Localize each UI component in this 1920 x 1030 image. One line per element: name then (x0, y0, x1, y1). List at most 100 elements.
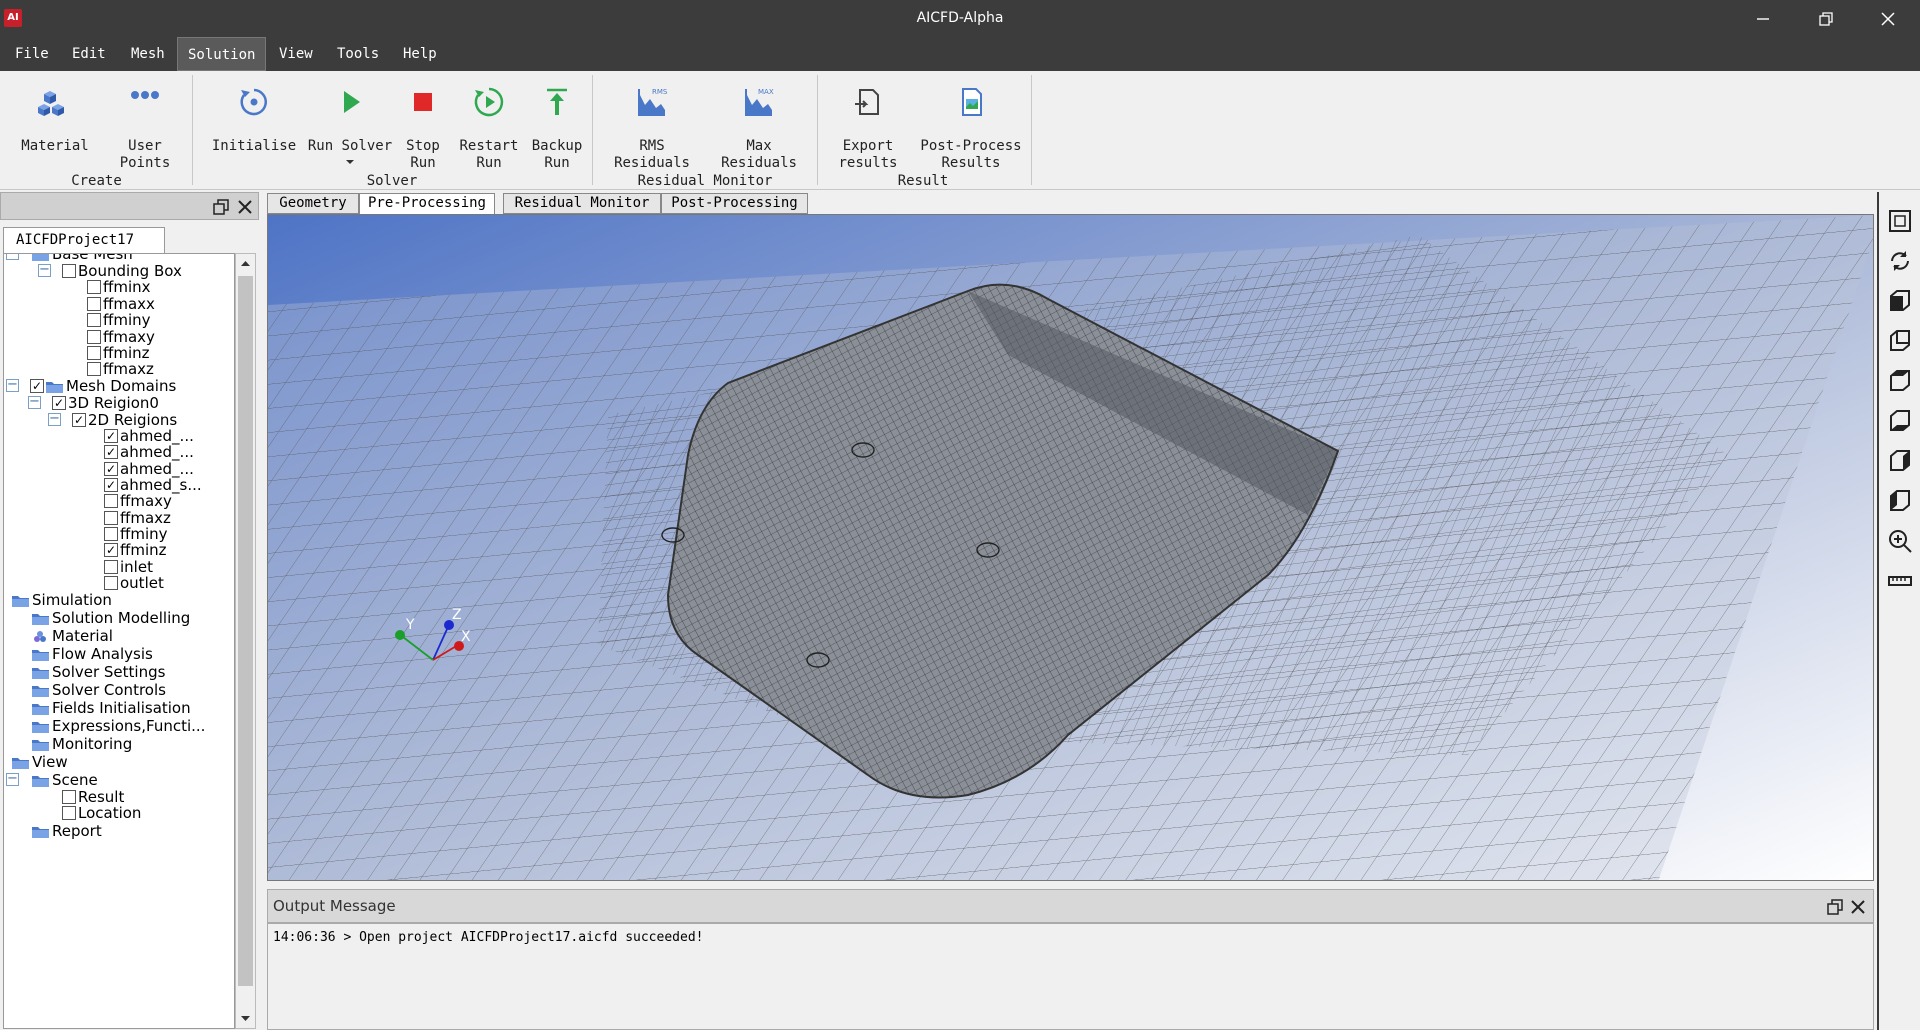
initialise-button[interactable]: Initialise (206, 77, 302, 187)
tree-item[interactable]: Fields Initialisation (4, 698, 234, 718)
zoom-in-icon[interactable] (1887, 528, 1913, 554)
menu-file[interactable]: File (5, 37, 59, 71)
view-left-icon[interactable] (1887, 448, 1913, 474)
folder-icon (32, 686, 49, 697)
menu-mesh[interactable]: Mesh (121, 37, 175, 71)
collapse-icon[interactable]: − (6, 772, 19, 786)
checkbox-checked[interactable]: ✓ (52, 396, 66, 410)
checkbox-checked[interactable]: ✓ (104, 478, 118, 492)
checkbox[interactable] (62, 806, 76, 820)
menu-tools[interactable]: Tools (327, 37, 389, 71)
menu-edit[interactable]: Edit (62, 37, 116, 71)
fit-view-icon[interactable] (1887, 208, 1913, 234)
close-panel-icon[interactable] (237, 199, 253, 215)
tree-item[interactable]: −Simulation (4, 590, 234, 610)
collapse-icon[interactable]: − (38, 263, 51, 277)
checkbox-checked[interactable]: ✓ (104, 543, 118, 557)
menu-view[interactable]: View (269, 37, 323, 71)
tree-item-label: Simulation (32, 591, 112, 609)
folder-icon (32, 668, 49, 679)
checkbox[interactable] (87, 280, 101, 294)
checkbox[interactable] (87, 313, 101, 327)
view-top-icon[interactable] (1887, 368, 1913, 394)
tab-geometry[interactable]: Geometry (267, 193, 359, 214)
run-solver-button[interactable]: Run Solver (305, 77, 395, 187)
tree-item-label: Expressions,Functi... (52, 717, 206, 735)
checkbox[interactable] (87, 346, 101, 360)
checkbox[interactable] (62, 790, 76, 804)
3d-viewport[interactable]: Z X Y (267, 214, 1874, 881)
checkbox[interactable] (62, 264, 76, 278)
tree-item[interactable]: Expressions,Functi... (4, 716, 234, 736)
upload-arrow-icon (547, 88, 567, 115)
stop-run-button[interactable]: Stop Run (398, 77, 448, 187)
tree-scrollbar[interactable] (235, 253, 256, 1029)
tree-item[interactable]: Solver Settings (4, 662, 234, 682)
tree-item[interactable]: Solution Modelling (4, 608, 234, 628)
collapse-icon[interactable]: − (48, 412, 61, 426)
view-front-icon[interactable] (1887, 288, 1913, 314)
menu-bar: File Edit Mesh Solution View Tools Help (0, 37, 1920, 71)
scroll-down-icon[interactable] (240, 1015, 251, 1023)
tree-item[interactable]: Monitoring (4, 734, 234, 754)
view-back-icon[interactable] (1887, 328, 1913, 354)
scroll-up-icon[interactable] (240, 259, 251, 267)
group-label-create: Create (71, 173, 122, 189)
ruler-icon[interactable] (1887, 568, 1913, 594)
output-panel-title: Output Message (273, 897, 396, 915)
tree-item[interactable]: Solver Controls (4, 680, 234, 700)
checkbox[interactable] (104, 511, 118, 525)
menu-help[interactable]: Help (393, 37, 447, 71)
tree-item-label: View (32, 753, 68, 771)
checkbox-checked[interactable]: ✓ (104, 462, 118, 476)
float-panel-icon[interactable] (1827, 899, 1843, 915)
material-button[interactable]: Material (10, 77, 100, 187)
checkbox[interactable] (104, 527, 118, 541)
checkbox[interactable] (104, 560, 118, 574)
collapse-icon[interactable]: − (6, 254, 19, 260)
checkbox-checked[interactable]: ✓ (104, 429, 118, 443)
minimize-button[interactable] (1733, 0, 1793, 37)
post-process-icon (962, 88, 982, 116)
tab-post-processing[interactable]: Post-Processing (661, 193, 808, 214)
float-panel-icon[interactable] (213, 199, 229, 215)
mesh-render[interactable]: Z X Y (268, 215, 1874, 881)
tree-item[interactable]: Flow Analysis (4, 644, 234, 664)
close-panel-icon[interactable] (1850, 899, 1866, 915)
tree-item[interactable]: Location (4, 803, 234, 823)
project-tab[interactable]: AICFDProject17 (3, 227, 165, 253)
post-process-results-button[interactable]: Post-Process Results (913, 77, 1029, 187)
export-results-button[interactable]: Export results (823, 77, 913, 187)
close-window-button[interactable] (1858, 0, 1918, 37)
checkbox[interactable] (104, 576, 118, 590)
rms-residuals-button[interactable]: RMS RMS Residuals (598, 77, 706, 187)
chevron-down-icon (346, 160, 354, 164)
tab-residual-monitor[interactable]: Residual Monitor (503, 193, 661, 214)
checkbox-checked[interactable]: ✓ (104, 445, 118, 459)
tree-item[interactable]: Material (4, 626, 234, 646)
output-log[interactable]: 14:06:36 > Open project AICFDProject17.a… (267, 923, 1874, 1030)
restore-button[interactable] (1796, 0, 1856, 37)
checkbox-checked[interactable]: ✓ (30, 379, 44, 393)
collapse-icon[interactable]: − (28, 395, 41, 409)
checkbox[interactable] (104, 494, 118, 508)
checkbox[interactable] (87, 297, 101, 311)
restart-run-button[interactable]: Restart Run (454, 77, 524, 187)
collapse-icon[interactable]: − (6, 378, 19, 392)
checkbox[interactable] (87, 330, 101, 344)
checkbox-checked[interactable]: ✓ (72, 413, 86, 427)
scrollbar-thumb[interactable] (238, 276, 253, 986)
backup-run-button[interactable]: Backup Run (524, 77, 590, 187)
export-results-button-label: Export results (838, 138, 898, 171)
tree-item[interactable]: −View (4, 752, 234, 772)
max-residuals-button[interactable]: MAX Max Residuals (706, 77, 812, 187)
user-points-button[interactable]: User Points (100, 77, 190, 187)
view-bottom-icon[interactable] (1887, 408, 1913, 434)
tab-pre-processing[interactable]: Pre-Processing (359, 193, 495, 214)
app-window: AI AICFD-Alpha File Edit Mesh Solution V… (0, 0, 1920, 1030)
menu-solution[interactable]: Solution (177, 37, 267, 71)
view-right-icon[interactable] (1887, 488, 1913, 514)
rotate-view-icon[interactable] (1887, 248, 1913, 274)
checkbox[interactable] (87, 362, 101, 376)
tree-item[interactable]: Report (4, 821, 234, 841)
